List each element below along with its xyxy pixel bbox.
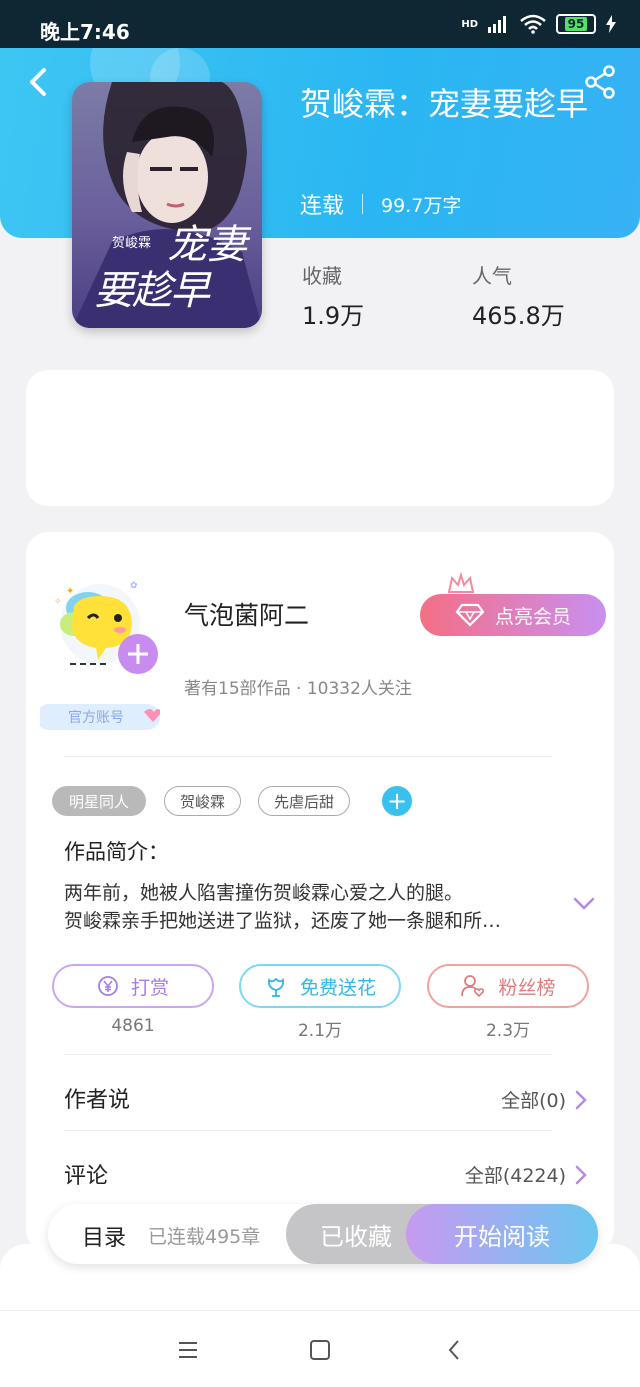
comments-title: 评论 bbox=[64, 1164, 109, 1189]
menu-nav-button[interactable] bbox=[168, 1335, 208, 1365]
author-says-title: 作者说 bbox=[64, 1088, 131, 1113]
start-reading-button[interactable]: 开始阅读 bbox=[406, 1204, 598, 1264]
chevron-right-icon bbox=[575, 1090, 587, 1109]
intro-title: 作品简介： bbox=[64, 840, 169, 864]
wifi-icon bbox=[520, 14, 546, 34]
comments-count: 全部(4224) bbox=[464, 1165, 566, 1187]
word-count: 99.7万字 bbox=[381, 194, 462, 217]
fan-ranking-label: 粉丝榜 bbox=[498, 976, 556, 999]
ad-placeholder-card bbox=[26, 370, 614, 506]
activate-vip-button[interactable]: 点亮会员 bbox=[420, 594, 606, 636]
svg-text:✧: ✧ bbox=[54, 597, 62, 607]
vip-button-label: 点亮会员 bbox=[494, 605, 571, 628]
back-icon bbox=[30, 68, 46, 96]
cover-author-name: 贺峻霖 bbox=[112, 236, 152, 251]
home-nav-button[interactable] bbox=[300, 1335, 340, 1365]
crown-icon bbox=[447, 572, 475, 593]
flower-icon bbox=[267, 977, 284, 997]
author-avatar[interactable]: ✦ ✿ ✧ 官方账号 bbox=[36, 574, 162, 734]
svg-text:✦: ✦ bbox=[66, 586, 74, 597]
tip-label: 打赏 bbox=[130, 976, 169, 999]
table-of-contents-button[interactable]: 目录 bbox=[82, 1220, 126, 1252]
divider bbox=[64, 756, 552, 757]
comments-all-link[interactable]: 全部(4224) bbox=[465, 1161, 588, 1188]
battery-indicator: 95 bbox=[556, 14, 596, 34]
fan-count: 2.3万 bbox=[485, 1021, 531, 1041]
tip-button[interactable]: 打赏 bbox=[52, 964, 214, 1008]
popularity-label: 人气 bbox=[472, 264, 512, 288]
intro-line-1: 两年前，她被人陷害撞伤贺峻霖心爱之人的腿。 bbox=[64, 882, 464, 904]
diamond-icon bbox=[455, 603, 485, 627]
author-says-all-link[interactable]: 全部(0) bbox=[501, 1086, 588, 1113]
status-bar: 晚上7:46 HD 95 bbox=[0, 0, 640, 48]
back-button[interactable] bbox=[18, 62, 58, 102]
tag-he-junlin[interactable]: 贺峻霖 bbox=[164, 786, 241, 816]
home-square-icon bbox=[310, 1340, 330, 1360]
flower-count: 2.1万 bbox=[297, 1021, 343, 1041]
chevron-down-icon[interactable] bbox=[572, 896, 596, 912]
send-flower-label: 免费送花 bbox=[299, 976, 376, 999]
author-name[interactable]: 气泡菌阿二 bbox=[184, 596, 309, 632]
signal-icon bbox=[488, 16, 506, 33]
network-label: HD bbox=[461, 18, 478, 30]
chapter-count[interactable]: 已连载495章 bbox=[148, 1222, 260, 1249]
tip-count: 4861 bbox=[111, 1016, 155, 1036]
official-account-badge: 官方账号 bbox=[68, 710, 124, 726]
book-serial-info: 连载 99.7万字 bbox=[300, 188, 461, 220]
user-heart-icon bbox=[461, 975, 485, 998]
system-nav-bar bbox=[0, 1310, 640, 1387]
svg-text:✿: ✿ bbox=[130, 581, 138, 591]
book-title: 贺峻霖：宠妻要趁早 bbox=[300, 85, 589, 123]
back-nav-icon bbox=[448, 1340, 459, 1360]
popularity-value: 465.8万 bbox=[472, 302, 565, 330]
status-icons: HD 95 bbox=[461, 14, 616, 34]
divider bbox=[64, 1130, 552, 1131]
favorites-value: 1.9万 bbox=[302, 302, 365, 330]
serial-status: 连载 bbox=[300, 194, 345, 219]
tag-angst-then-sweet[interactable]: 先虐后甜 bbox=[258, 786, 350, 816]
book-cover[interactable]: 贺峻霖 宠妻 要趁早 bbox=[72, 82, 262, 328]
status-time: 晚上7:46 bbox=[40, 20, 130, 44]
yuan-coin-icon bbox=[98, 976, 118, 996]
divider bbox=[362, 194, 364, 214]
author-says-count: 全部(0) bbox=[501, 1090, 566, 1112]
menu-icon bbox=[179, 1342, 197, 1358]
divider bbox=[64, 1054, 552, 1055]
cover-title-line2: 要趁早 bbox=[94, 268, 210, 314]
fan-ranking-button[interactable]: 粉丝榜 bbox=[427, 964, 589, 1008]
back-nav-button[interactable] bbox=[434, 1335, 474, 1365]
battery-level: 95 bbox=[564, 17, 588, 31]
send-flower-button[interactable]: 免费送花 bbox=[239, 964, 401, 1008]
tag-celebrity-fanfic[interactable]: 明星同人 bbox=[52, 786, 146, 816]
intro-line-2: 贺峻霖亲手把她送进了监狱，还废了她一条腿和所… bbox=[64, 910, 502, 932]
add-tag-button[interactable]: + bbox=[382, 786, 412, 816]
favorites-label: 收藏 bbox=[302, 264, 342, 288]
author-meta: 著有15部作品 · 10332人关注 bbox=[184, 679, 412, 699]
charging-icon bbox=[606, 15, 616, 33]
chevron-right-icon bbox=[575, 1165, 587, 1184]
